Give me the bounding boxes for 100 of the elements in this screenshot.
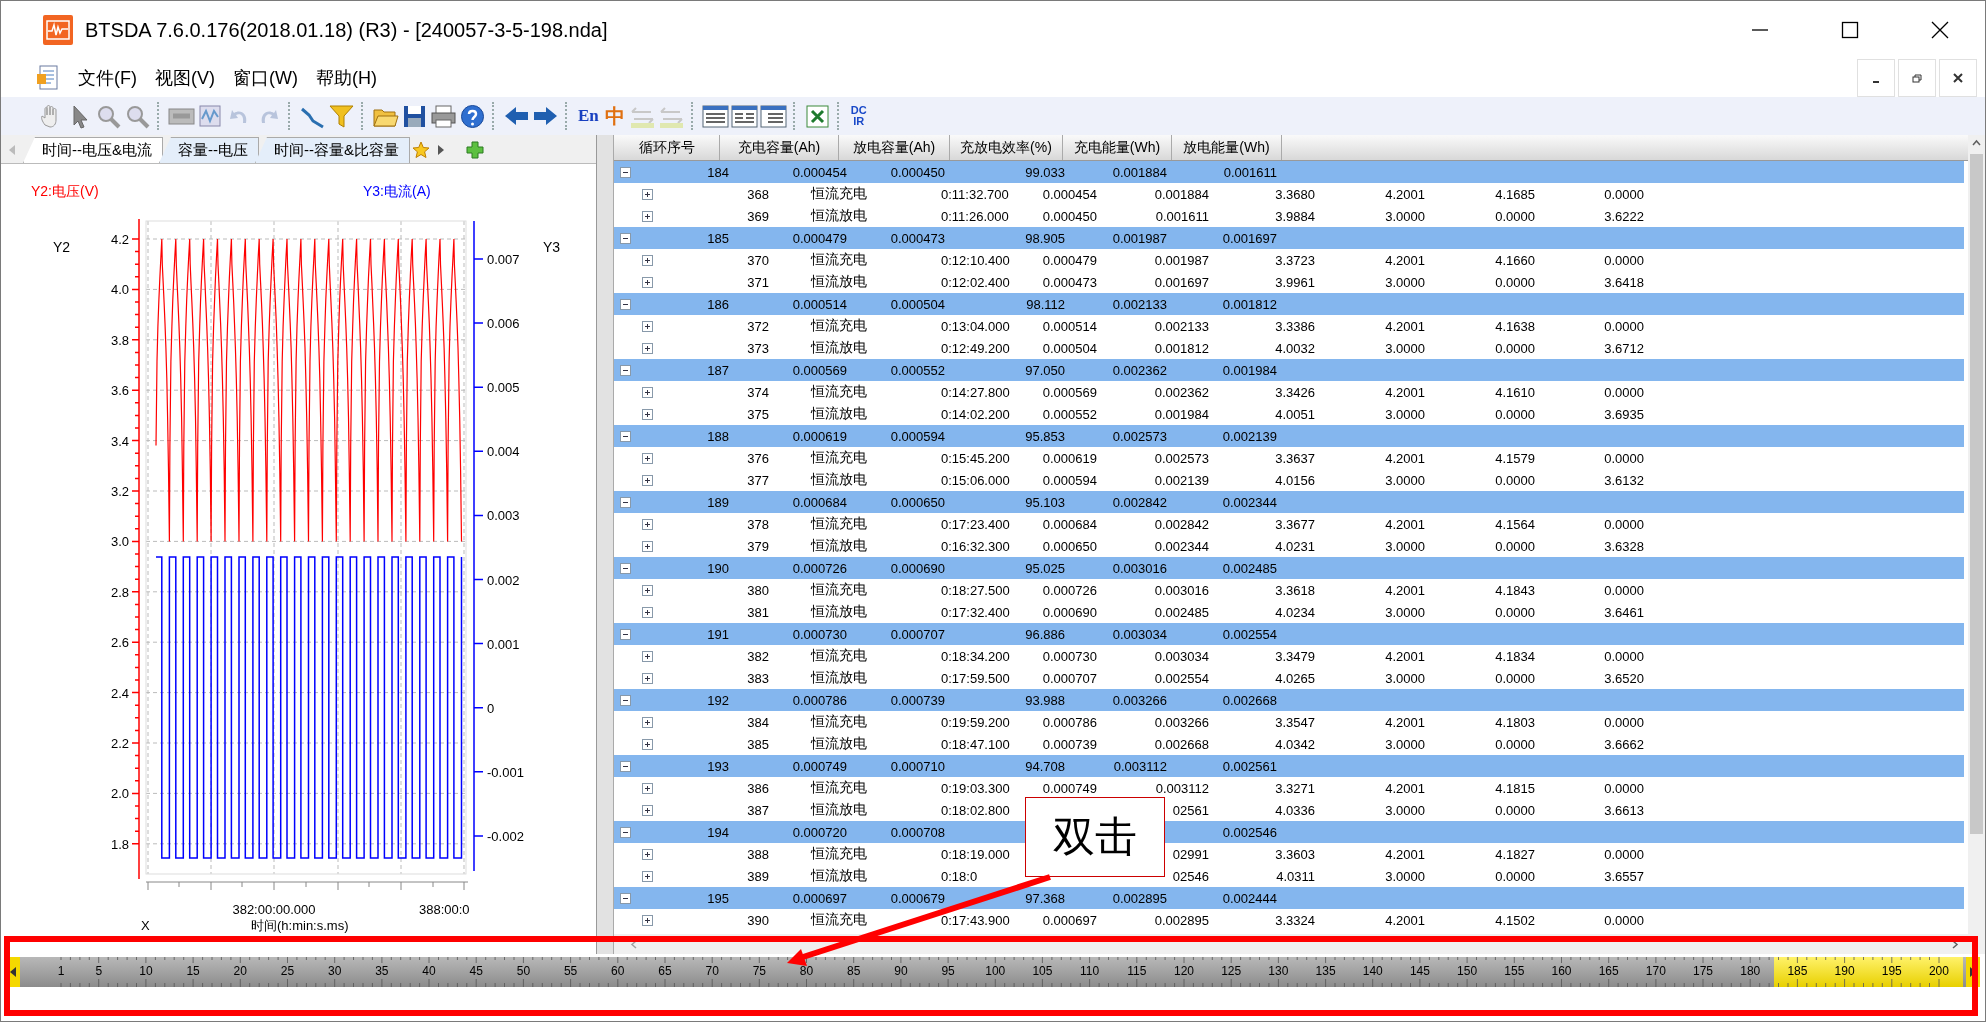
- expand-icon[interactable]: [642, 540, 653, 552]
- table-cell-text: 194: [706, 824, 729, 840]
- tick-label: 4.0: [110, 282, 129, 298]
- table-cell-text: 0.002895: [1153, 912, 1209, 928]
- tick-label: 0.006: [487, 316, 520, 332]
- collapse-icon[interactable]: [620, 628, 631, 640]
- tick-label: 0.002: [487, 572, 520, 588]
- group-row[interactable]: 193 0.000749 0.000710 94.708 0.003112 0.002561: [614, 755, 1964, 777]
- scale-label: 100: [984, 964, 1007, 978]
- collapse-icon[interactable]: [620, 496, 631, 508]
- column-header[interactable]: 充电容量(Ah): [720, 135, 839, 160]
- expand-icon[interactable]: [642, 804, 653, 816]
- expand-icon[interactable]: [642, 518, 653, 530]
- collapse-icon[interactable]: [620, 298, 631, 310]
- scale-label: 120: [1173, 964, 1195, 978]
- scale-label: 35: [374, 964, 390, 978]
- list-view-icon[interactable]: [730, 102, 758, 130]
- menu-item[interactable]: 帮助(H): [306, 64, 386, 92]
- expand-icon[interactable]: [642, 188, 653, 200]
- column-header[interactable]: 循环序号: [614, 135, 720, 160]
- vertical-scrollbar[interactable]: [1968, 135, 1985, 934]
- collapse-icon[interactable]: [620, 826, 631, 838]
- group-row[interactable]: 189 0.000684 0.000650 95.103 0.002842 0.002344: [614, 491, 1964, 513]
- expand-icon[interactable]: [642, 716, 653, 728]
- print-icon[interactable]: [430, 102, 457, 130]
- expand-icon[interactable]: [642, 914, 653, 926]
- dcir-label[interactable]: IR: [853, 116, 865, 127]
- group-row[interactable]: 184 0.000454 0.000450 99.033 0.001884 0.001611: [614, 161, 1964, 183]
- collapse-icon[interactable]: [620, 694, 631, 706]
- table-cell-text: 0.0000: [1494, 208, 1535, 224]
- star-icon[interactable]: [412, 141, 430, 159]
- chart-tab[interactable]: 容量--电压: [159, 137, 259, 163]
- expand-icon[interactable]: [642, 452, 653, 464]
- expand-icon[interactable]: [642, 606, 653, 618]
- collapse-icon[interactable]: [620, 364, 631, 376]
- table-cell-text: 0.0000: [1603, 714, 1644, 730]
- expand-icon[interactable]: [642, 782, 653, 794]
- list-view-icon[interactable]: [701, 102, 729, 130]
- selection-band[interactable]: [1773, 957, 1963, 987]
- expand-icon[interactable]: [642, 474, 653, 486]
- expand-icon[interactable]: [642, 408, 653, 420]
- group-row[interactable]: 191 0.000730 0.000707 96.886 0.003034 0.002554: [614, 623, 1964, 645]
- expand-icon[interactable]: [642, 386, 653, 398]
- expand-icon[interactable]: [642, 672, 653, 684]
- collapse-icon[interactable]: [620, 232, 631, 244]
- expand-icon[interactable]: [642, 342, 653, 354]
- scroll-right-icon[interactable]: [436, 144, 446, 156]
- table-cell-text: 188: [706, 428, 729, 444]
- add-icon[interactable]: [466, 141, 484, 159]
- menu-item[interactable]: 视图(V): [146, 64, 224, 92]
- expand-icon[interactable]: [642, 276, 653, 288]
- menu-item[interactable]: 窗口(W): [224, 64, 307, 92]
- column-header[interactable]: 充电能量(Wh): [1063, 135, 1172, 160]
- group-row[interactable]: 186 0.000514 0.000504 98.112 0.002133 0.001812: [614, 293, 1964, 315]
- group-row[interactable]: 195 0.000697 0.000679 97.368 0.002895 0.002444: [614, 887, 1964, 909]
- expand-icon[interactable]: [642, 738, 653, 750]
- spreadsheet-icon[interactable]: [803, 102, 831, 130]
- expand-icon[interactable]: [642, 320, 653, 332]
- scale-label: 135: [1314, 964, 1337, 978]
- group-row[interactable]: 185 0.000479 0.000473 98.905 0.001987 0.001697: [614, 227, 1964, 249]
- close-icon[interactable]: [1930, 20, 1950, 40]
- table-cell-text: 0.0000: [1494, 670, 1535, 686]
- collapse-icon[interactable]: [620, 430, 631, 442]
- scrollbar-thumb[interactable]: [1970, 154, 1983, 834]
- column-header[interactable]: 充放电效率(%): [950, 135, 1063, 160]
- wave-icon[interactable]: [197, 102, 224, 130]
- close-button[interactable]: [1939, 59, 1977, 97]
- expand-icon[interactable]: [642, 584, 653, 596]
- table-cell-text: 0.000650: [889, 494, 945, 510]
- table-cell-text: 372: [746, 318, 769, 334]
- help-icon[interactable]: [459, 102, 486, 130]
- column-header[interactable]: 放电容量(Ah): [839, 135, 950, 160]
- table-cell-text: 0.0000: [1603, 648, 1644, 664]
- group-row[interactable]: 188 0.000619 0.000594 95.853 0.002573 0.002139: [614, 425, 1964, 447]
- collapse-icon[interactable]: [620, 892, 631, 904]
- expand-icon[interactable]: [642, 254, 653, 266]
- expand-icon[interactable]: [642, 848, 653, 860]
- maximize-icon[interactable]: [1840, 20, 1860, 40]
- left-arrow-icon[interactable]: [9, 966, 17, 978]
- group-row[interactable]: 192 0.000786 0.000739 93.988 0.003266 0.002668: [614, 689, 1964, 711]
- menu-item[interactable]: 文件(F): [69, 64, 146, 92]
- expand-icon[interactable]: [642, 870, 653, 882]
- list-view-icon[interactable]: [759, 102, 787, 130]
- cycle-slider[interactable]: 1 5 10 15 20 25 30 35 40 45 50 55 60 65 70 75 80 85 90 95 100 105 110 115 120 125 130 135 140 145 150 155 160 165 170 175 180 185 190 195 200: [20, 957, 1966, 987]
- dcir-label[interactable]: DC: [850, 105, 867, 116]
- column-header[interactable]: 放电能量(Wh): [1172, 135, 1282, 160]
- language-button[interactable]: En: [576, 106, 601, 126]
- collapse-icon[interactable]: [620, 760, 631, 772]
- restore-icon[interactable]: [1911, 72, 1923, 84]
- close-icon[interactable]: [1952, 72, 1964, 84]
- scale-label: 25: [279, 964, 296, 978]
- chart-tab[interactable]: 时间--电压&电流: [23, 137, 163, 163]
- expand-icon[interactable]: [642, 210, 653, 222]
- table-cell-text: 0.000684: [791, 494, 847, 510]
- group-row[interactable]: 190 0.000726 0.000690 95.025 0.003016 0.002485: [614, 557, 1964, 579]
- expand-icon[interactable]: [642, 650, 653, 662]
- collapse-icon[interactable]: [620, 166, 631, 178]
- group-row[interactable]: 187 0.000569 0.000552 97.050 0.002362 0.001984: [614, 359, 1964, 381]
- collapse-icon[interactable]: [620, 562, 631, 574]
- chart-tab[interactable]: 时间--容量&比容量: [255, 137, 410, 163]
